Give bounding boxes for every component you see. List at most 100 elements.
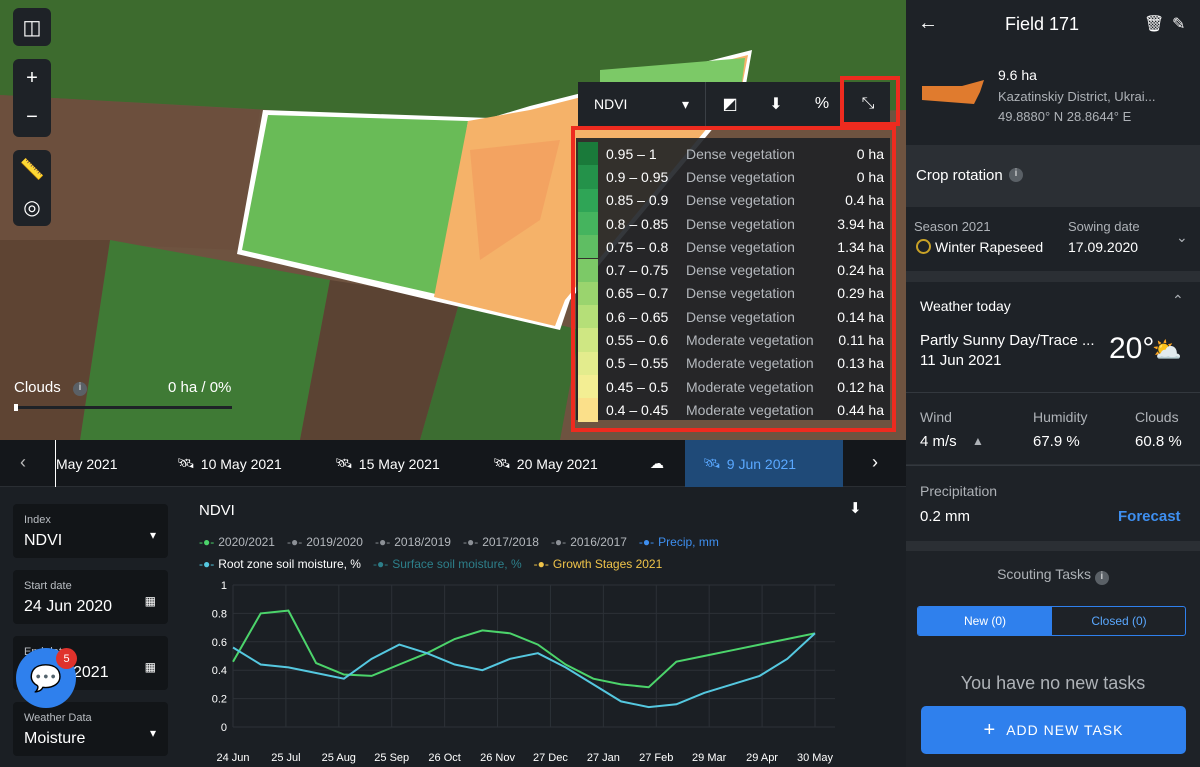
index-select-value: NDVI — [594, 96, 628, 112]
add-task-button[interactable]: + ADD NEW TASK — [921, 706, 1186, 754]
legend-label: Root zone soil moisture, % — [218, 557, 361, 571]
date-item[interactable]: May 2021 — [55, 440, 117, 487]
chevron-up-icon[interactable]: ⌃ — [1172, 292, 1184, 309]
humidity-label: Humidity — [1033, 409, 1088, 425]
split-view-button[interactable]: ◫ — [13, 8, 51, 46]
index-field[interactable]: Index NDVI ▾ — [13, 504, 168, 558]
partly-sunny-rain-icon: ⛅ — [1152, 337, 1182, 364]
precip-value: 0.2 mm — [920, 508, 971, 525]
weather-date: 11 Jun 2021 — [920, 352, 1002, 369]
season-value: Winter Rapeseed — [935, 239, 1044, 255]
calendar-icon: ▦ — [144, 660, 156, 674]
contrast-icon: ◩ — [722, 96, 738, 113]
chart-legend-item[interactable]: -●- Root zone soil moisture, % — [199, 554, 361, 575]
start-date-field[interactable]: Start date 24 Jun 2020 ▦ — [13, 570, 168, 624]
chart-legend-item[interactable]: -●- Precip, mm — [639, 532, 719, 553]
scouting-tasks: Scouting Tasks i New (0) Closed (0) You … — [906, 551, 1200, 767]
percent-button[interactable]: % — [802, 82, 842, 126]
notification-badge: 5 — [56, 648, 77, 669]
y-tick-label: 0.8 — [212, 608, 227, 620]
weather-data-field[interactable]: Weather Data Moisture ▾ — [13, 702, 168, 756]
field-sidebar: ← Field 171 🗑 ✎ 9.6 ha Kazatinskiy Distr… — [906, 0, 1200, 767]
tab-new[interactable]: New (0) — [918, 607, 1052, 635]
y-tick-label: 0 — [221, 722, 227, 734]
zoom-controls: + − — [13, 59, 51, 137]
chart-title: NDVI — [199, 502, 235, 519]
x-tick-label: 30 May — [797, 752, 834, 764]
edit-button[interactable]: ✎ — [1172, 14, 1185, 34]
index-select[interactable]: NDVI ▾ — [578, 82, 706, 126]
date-item[interactable]: 🛰 20 May 2021 — [493, 440, 598, 487]
x-tick-label: 26 Oct — [428, 752, 460, 764]
zoom-in-button[interactable]: + — [26, 67, 38, 90]
field-shape-thumbnail — [922, 80, 984, 104]
ruler-icon[interactable]: 📏 — [20, 157, 45, 182]
chart-legend: -●- 2020/2021 -●- 2019/2020 -●- 2018/2019 -●- 2… — [199, 531, 839, 575]
highlight-box — [571, 126, 896, 432]
y-tick-label: 0.4 — [212, 665, 227, 677]
x-tick-label: 27 Feb — [639, 752, 673, 764]
y-tick-label: 0.2 — [212, 694, 227, 706]
no-tasks-text: You have no new tasks — [960, 673, 1146, 693]
delete-button[interactable]: 🗑 — [1144, 14, 1164, 34]
ndvi-chart[interactable]: 0 0.2 0.4 0.6 0.8 1 24 Jun 25 Jul 25 Aug 25 Sep 26… — [185, 577, 906, 767]
weather-desc: Partly Sunny Day/Trace ... — [920, 332, 1095, 349]
map-tools: 📏 ◎ — [13, 150, 51, 226]
forecast-link[interactable]: Forecast — [1118, 508, 1181, 525]
x-tick-label: 29 Apr — [746, 752, 778, 764]
clouds-label: Clouds — [14, 379, 61, 396]
locate-icon[interactable]: ◎ — [23, 195, 40, 220]
x-tick-label: 29 Mar — [692, 752, 727, 764]
legend-dot: -●- — [374, 535, 391, 549]
crop-icon — [916, 239, 931, 254]
field-header: ← Field 171 🗑 ✎ 9.6 ha Kazatinskiy Distr… — [906, 0, 1200, 145]
zoom-out-button[interactable]: − — [26, 106, 38, 129]
legend-label: 2020/2021 — [218, 535, 275, 549]
index-value: NDVI — [24, 532, 63, 549]
tab-closed[interactable]: Closed (0) — [1052, 607, 1185, 635]
satellite-map[interactable]: ◫ + − 📏 ◎ Clouds i 0 ha / 0% NDVI ▾ ◩ ⬇ … — [0, 0, 906, 440]
pencil-icon: ✎ — [1172, 16, 1186, 33]
prev-date-button[interactable]: ‹ — [20, 452, 26, 473]
date-bar: ‹ May 2021 🛰 10 May 2021 🛰 15 May 2021 🛰 20… — [0, 440, 906, 487]
contrast-button[interactable]: ◩ — [710, 82, 750, 126]
chart-legend-item[interactable]: -●- 2019/2020 — [287, 532, 363, 553]
weather-title: Weather today — [920, 298, 1011, 314]
next-date-button[interactable]: › — [872, 452, 878, 473]
legend-label: 2016/2017 — [570, 535, 627, 549]
legend-dot: -●- — [462, 535, 479, 549]
info-icon[interactable]: i — [1009, 168, 1023, 182]
legend-label: 2018/2019 — [394, 535, 451, 549]
chart-settings-panel: Index NDVI ▾ Start date 24 Jun 2020 ▦ En… — [0, 487, 185, 767]
satellite-icon: 🛰 — [335, 455, 353, 471]
season-row[interactable]: Season 2021 Winter Rapeseed Sowing date … — [906, 207, 1200, 271]
chart-legend-item[interactable]: -●- 2017/2018 — [463, 532, 539, 553]
date-label: 10 May 2021 — [200, 455, 282, 472]
date-item[interactable]: 🛰 15 May 2021 — [335, 440, 440, 487]
cloud-date-item[interactable]: ☁ — [650, 440, 664, 487]
trash-icon: 🗑 — [1144, 16, 1165, 33]
weather-today: Weather today ⌃ Partly Sunny Day/Trace .… — [906, 282, 1200, 392]
download-button[interactable]: ⬇ — [756, 82, 796, 126]
info-icon[interactable]: i — [73, 382, 87, 396]
field-title: Field 171 — [1004, 14, 1080, 34]
info-icon[interactable]: i — [1094, 571, 1109, 585]
chart-legend-item[interactable]: -●- Growth Stages 2021 — [534, 554, 663, 575]
chart-legend-item[interactable]: -●- 2020/2021 — [199, 532, 275, 553]
precip-label: Precipitation — [920, 483, 998, 499]
chart-download-button[interactable]: ⬇ — [849, 499, 862, 517]
legend-dot: -●- — [199, 557, 215, 571]
date-item[interactable]: 🛰 10 May 2021 — [177, 440, 282, 487]
clouds-bar-handle[interactable] — [14, 404, 18, 411]
field-coords: 49.8880° N 28.8644° E — [998, 109, 1132, 124]
calendar-icon: ▦ — [144, 594, 156, 608]
weather-data-label: Weather Data — [24, 712, 92, 724]
chart-legend-item[interactable]: -●- Surface soil moisture, % — [373, 554, 522, 575]
legend-dot: -●- — [286, 535, 303, 549]
wind-direction-icon: ▲ — [972, 434, 984, 448]
chart-legend-item[interactable]: -●- 2018/2019 — [375, 532, 451, 553]
crop-rotation-label: Crop rotation — [916, 167, 1003, 184]
legend-dot: -●- — [533, 557, 549, 571]
date-item-selected[interactable]: 🛰 9 Jun 2021 — [685, 440, 843, 487]
chart-legend-item[interactable]: -●- 2016/2017 — [551, 532, 627, 553]
